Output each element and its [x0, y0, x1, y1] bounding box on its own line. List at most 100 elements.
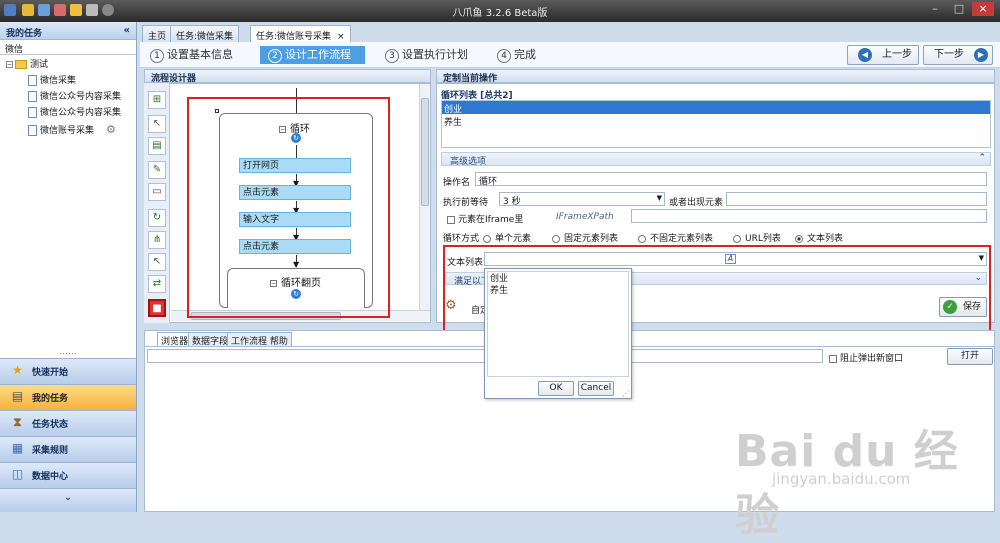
op-name-input[interactable]: 循环 — [475, 172, 987, 186]
tab-data-fields[interactable]: 数据字段 — [188, 332, 233, 347]
radio-icon[interactable] — [552, 234, 560, 243]
cursor-icon[interactable]: ↖ — [148, 253, 166, 271]
loop-list[interactable]: 创业 养生 — [441, 100, 991, 148]
radio-single-element[interactable]: 单个元素 — [483, 231, 531, 244]
ok-button[interactable]: OK — [538, 381, 574, 396]
step-design-workflow[interactable]: 2 设计工作流程 — [260, 46, 365, 64]
open-page-icon[interactable]: ▤ — [148, 137, 166, 155]
tree-collapse-icon[interactable]: − — [6, 61, 13, 68]
tree-folder[interactable]: − 测试 — [6, 59, 48, 72]
tree-item[interactable]: 微信采集 — [28, 75, 76, 88]
text-list-editor[interactable]: 创业 养生 — [487, 271, 629, 377]
or-appear-label: 或者出现元素 — [669, 198, 724, 208]
tree-item-label: 微信公众号内容采集 — [40, 92, 122, 102]
iframe-xpath-input[interactable] — [631, 209, 987, 223]
branch-icon[interactable]: ⋔ — [148, 231, 166, 249]
arrow-right-icon: ▶ — [974, 48, 988, 62]
step-label: 设计工作流程 — [285, 48, 351, 61]
next-step-label: 下一步 — [934, 49, 964, 60]
rule-icon: ▦ — [11, 441, 24, 455]
appear-element-input[interactable] — [726, 192, 987, 206]
nav-label: 我的任务 — [32, 394, 69, 404]
switch-icon[interactable]: ⇄ — [148, 275, 166, 293]
chevron-down-icon: ⌄ — [64, 493, 72, 503]
radio-icon[interactable] — [638, 234, 646, 243]
next-step-button[interactable]: 下一步 ▶ — [923, 45, 993, 65]
maximize-icon[interactable]: □ — [948, 2, 970, 16]
tree-item[interactable]: 微信公众号内容采集 — [28, 91, 121, 104]
tree-item[interactable]: 微信公众号内容采集 — [28, 107, 121, 120]
chevron-up-icon[interactable]: ⌃ — [978, 153, 986, 163]
radio-icon[interactable] — [483, 234, 491, 243]
radio-label: URL列表 — [745, 234, 781, 244]
step-basic-info[interactable]: 1 设置基本信息 — [150, 46, 233, 64]
prev-step-button[interactable]: ◀ 上一步 — [847, 45, 919, 65]
step-finish[interactable]: 4 完成 — [497, 46, 536, 64]
radio-selected-icon[interactable] — [795, 234, 803, 243]
extract-icon[interactable]: ▭ — [148, 183, 166, 201]
block-popup-checkbox[interactable]: 阻止弹出新窗口 — [829, 351, 903, 364]
nav-task-status[interactable]: ⧗ 任务状态 — [0, 410, 136, 436]
radio-label: 单个元素 — [495, 234, 532, 244]
loop-icon[interactable]: ↻ — [148, 209, 166, 227]
advanced-options-header[interactable]: 高级选项 ⌃ — [441, 152, 991, 167]
input-text-icon[interactable]: ✎ — [148, 161, 166, 179]
iframe-checkbox[interactable]: 元素在Iframe里 — [447, 212, 523, 225]
database-icon: ◫ — [11, 467, 24, 481]
tab-bar: 主页 任务:微信采集 任务:微信账号采集 × — [140, 24, 1000, 43]
step-label: 设置基本信息 — [167, 48, 233, 61]
checkbox-icon[interactable] — [829, 354, 837, 363]
loop-list-item-selected[interactable]: 创业 — [442, 101, 990, 115]
pointer-icon[interactable]: ↖ — [148, 115, 166, 133]
task-icon: ▤ — [11, 389, 24, 403]
minimize-icon[interactable]: – — [924, 2, 946, 16]
tab-wechat-collect[interactable]: 任务:微信采集 — [170, 25, 240, 42]
step-label: 完成 — [514, 48, 536, 61]
tab-workflow-help[interactable]: 工作流程 帮助 — [227, 332, 292, 347]
gear-icon[interactable]: ⚙ — [106, 123, 116, 136]
radio-text-list[interactable]: 文本列表 — [795, 231, 843, 244]
nav-rules[interactable]: ▦ 采集规则 — [0, 436, 136, 462]
tab-home[interactable]: 主页 — [142, 25, 173, 42]
tab-close-icon[interactable]: × — [337, 32, 345, 42]
scroll-thumb[interactable] — [421, 98, 429, 206]
cancel-button[interactable]: Cancel — [578, 381, 614, 396]
star-icon: ★ — [12, 363, 23, 377]
nav-data-center[interactable]: ◫ 数据中心 — [0, 462, 136, 488]
radio-variable-list[interactable]: 不固定元素列表 — [638, 231, 713, 244]
loop-list-item[interactable]: 养生 — [442, 114, 990, 128]
tree-item[interactable]: 微信账号采集 ⚙ — [28, 123, 116, 136]
text-list-dropdown[interactable]: 创业 养生 OK Cancel ⋰ — [484, 268, 632, 399]
operation-header: 定制当前操作 — [436, 69, 995, 84]
resize-grip-icon[interactable]: ⋰ — [622, 389, 630, 398]
title-bar: 八爪鱼 3.2.6 Beta版 – □ × — [0, 0, 1000, 22]
tab-wechat-account-collect[interactable]: 任务:微信账号采集 × — [250, 25, 351, 43]
task-search-input[interactable]: 微信 — [0, 40, 136, 55]
step-schedule[interactable]: 3 设置执行计划 — [385, 46, 468, 64]
document-icon — [28, 107, 37, 118]
designer-vscrollbar[interactable] — [419, 84, 430, 310]
nav-my-tasks[interactable]: ▤ 我的任务 — [0, 384, 136, 410]
designer-toolbox: ⊞ ↖ ▤ ✎ ▭ ↻ ⋔ ↖ ⇄ ■ — [144, 83, 170, 323]
highlight-annotation — [187, 97, 390, 318]
open-button[interactable]: 打开 — [947, 348, 993, 365]
wait-select[interactable]: 3 秒 ▼ — [499, 192, 665, 206]
radio-icon[interactable] — [733, 234, 741, 243]
collapse-icon[interactable]: « — [124, 25, 130, 36]
nav-more[interactable]: ⌄ — [0, 488, 136, 512]
document-icon — [28, 75, 37, 86]
loop-mode-label: 循环方式 — [443, 234, 480, 244]
sidebar-title: 我的任务 — [6, 29, 43, 39]
splitter-grip[interactable]: ...... — [0, 348, 136, 357]
close-icon[interactable]: × — [972, 2, 994, 16]
stop-icon[interactable]: ■ — [148, 299, 166, 317]
sidebar-header: 我的任务 « — [0, 22, 136, 40]
radio-label: 文本列表 — [807, 234, 844, 244]
add-step-icon[interactable]: ⊞ — [148, 91, 166, 109]
radio-fixed-list[interactable]: 固定元素列表 — [552, 231, 618, 244]
checkbox-icon[interactable] — [447, 215, 455, 224]
radio-url-list[interactable]: URL列表 — [733, 231, 781, 244]
tab-browser[interactable]: 浏览器 — [157, 332, 193, 347]
nav-quick-start[interactable]: ★ 快速开始 — [0, 358, 136, 384]
block-popup-label: 阻止弹出新窗口 — [840, 354, 904, 364]
